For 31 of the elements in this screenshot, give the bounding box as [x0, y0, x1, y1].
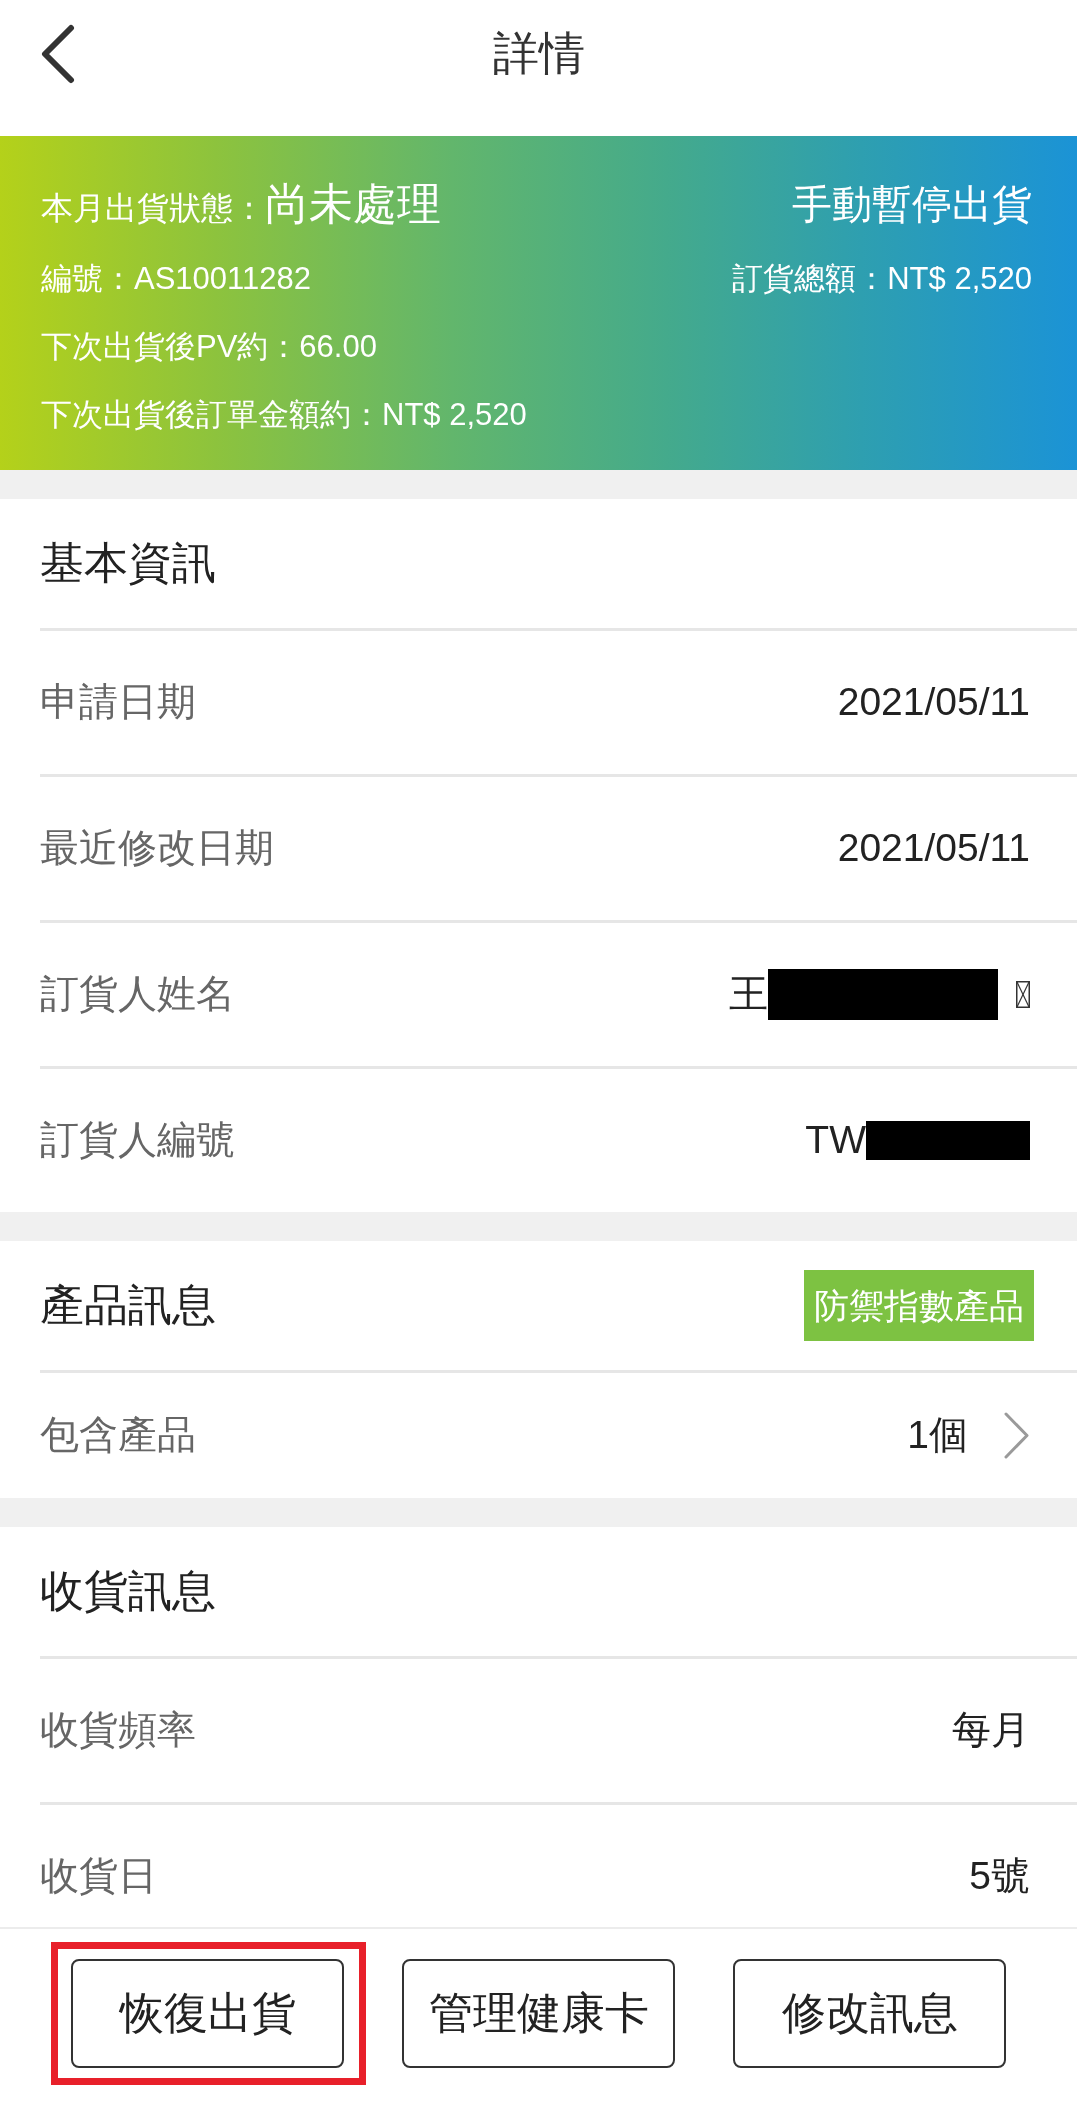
banner-info-text: 下次出貨後訂單金額約：NT$ 2,520: [41, 396, 527, 434]
field-value: 1個: [907, 1412, 968, 1459]
section-title: 基本資訊: [40, 537, 216, 590]
field-value: 2021/05/11: [837, 825, 1030, 872]
status-label: 本月出貨狀態：: [41, 188, 265, 227]
banner-total-text: 訂貨總額：NT$ 2,520: [732, 260, 1032, 298]
field-label: 包含產品: [40, 1412, 196, 1459]
banner-info-text: 下次出貨後PV約：66.00: [41, 328, 377, 366]
field-value: 2021/05/11: [837, 679, 1030, 726]
page-title: 詳情: [492, 26, 585, 82]
field-label: 收貨頻率: [40, 1707, 196, 1754]
field-label: 收貨日: [40, 1853, 157, 1900]
shipping-mode-text: 手動暫停出貨: [792, 181, 1032, 228]
status-value: 尚未處理: [265, 177, 441, 230]
field-value: 5號: [969, 1853, 1030, 1900]
field-value: 每月: [952, 1707, 1030, 1754]
product-tag: 防禦指數產品: [804, 1270, 1034, 1341]
action-button[interactable]: 修改訊息: [733, 1959, 1006, 2068]
field-label: 訂貨人姓名: [40, 971, 235, 1018]
field-label: 申請日期: [40, 679, 196, 726]
action-button[interactable]: 恢復出貨: [71, 1959, 344, 2068]
field-label: 最近修改日期: [40, 825, 274, 872]
action-button[interactable]: 管理健康卡: [402, 1959, 675, 2068]
field-value: TW: [805, 1117, 866, 1164]
section-title: 產品訊息: [40, 1279, 216, 1332]
chevron-left-icon[interactable]: [40, 24, 76, 84]
banner-info-text: 編號：AS10011282: [41, 260, 311, 298]
chevron-right-icon[interactable]: [1003, 1411, 1030, 1460]
field-label: 訂貨人編號: [40, 1117, 235, 1164]
section-title: 收貨訊息: [40, 1565, 216, 1618]
field-value: 王: [729, 971, 768, 1018]
